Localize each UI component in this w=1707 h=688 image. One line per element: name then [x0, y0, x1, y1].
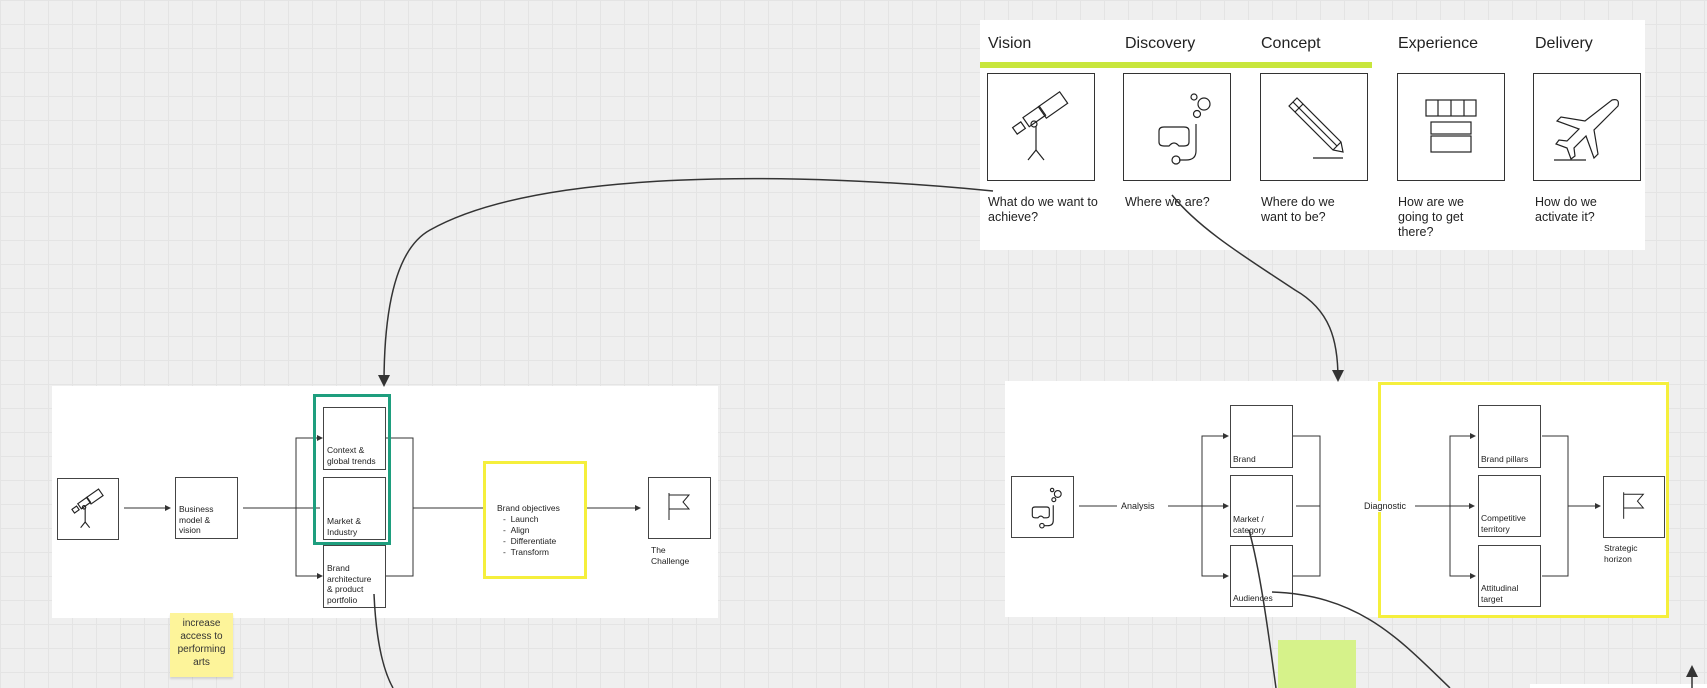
canvas-connectors: [373, 177, 1698, 688]
